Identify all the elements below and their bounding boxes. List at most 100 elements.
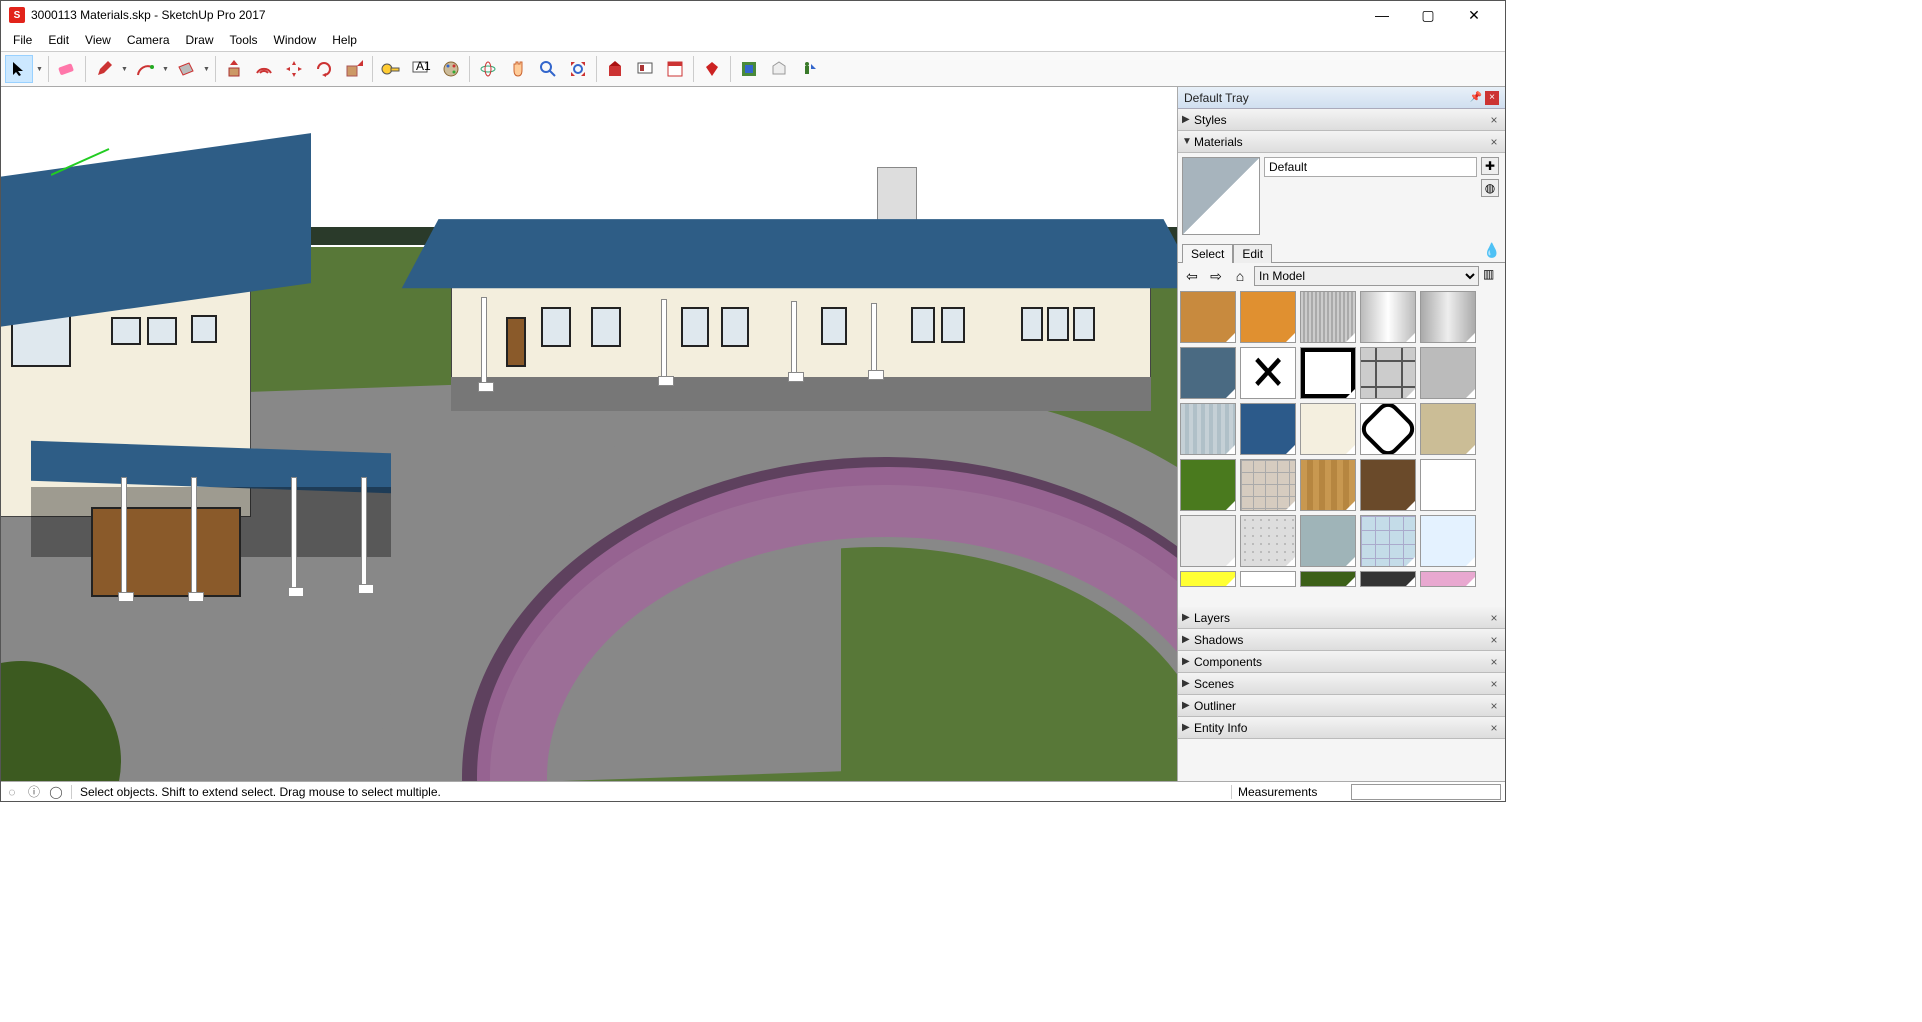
nav-home-icon[interactable]: ⌂ (1230, 266, 1250, 286)
material-preview[interactable] (1182, 157, 1260, 235)
material-swatch[interactable] (1180, 347, 1236, 399)
material-swatch[interactable] (1180, 291, 1236, 343)
tool-offset[interactable] (250, 55, 278, 83)
pin-icon[interactable]: 📌 (1469, 91, 1483, 105)
material-swatch[interactable] (1360, 291, 1416, 343)
tray-header[interactable]: Default Tray 📌 × (1178, 87, 1505, 109)
panel-layers[interactable]: ▶ Layers × (1178, 607, 1505, 629)
tool-text[interactable]: A1 (407, 55, 435, 83)
tool-select-dd[interactable]: ▼ (35, 55, 44, 83)
tool-pencil[interactable] (90, 55, 118, 83)
eyedropper-icon[interactable]: 💧 (1483, 242, 1501, 260)
material-swatch[interactable] (1180, 403, 1236, 455)
add-to-model-icon[interactable]: ◍ (1481, 179, 1499, 197)
panel-scenes[interactable]: ▶ Scenes × (1178, 673, 1505, 695)
tool-rotate[interactable] (310, 55, 338, 83)
material-swatch[interactable] (1360, 515, 1416, 567)
material-swatch[interactable] (1300, 515, 1356, 567)
tool-zoom[interactable] (534, 55, 562, 83)
material-name-input[interactable] (1264, 157, 1477, 177)
material-swatch[interactable] (1360, 347, 1416, 399)
menu-help[interactable]: Help (324, 31, 365, 49)
nav-forward-icon[interactable]: ⇨ (1206, 266, 1226, 286)
material-swatch[interactable] (1420, 459, 1476, 511)
collection-menu-icon[interactable]: ▥ (1483, 267, 1501, 285)
tool-eraser[interactable] (53, 55, 81, 83)
material-swatch[interactable] (1420, 571, 1476, 587)
tool-scale[interactable] (340, 55, 368, 83)
panel-close-icon[interactable]: × (1487, 677, 1501, 691)
tool-tape[interactable] (377, 55, 405, 83)
material-swatch[interactable] (1300, 403, 1356, 455)
tool-orbit[interactable] (474, 55, 502, 83)
panel-materials[interactable]: ▼ Materials × (1178, 131, 1505, 153)
user-icon[interactable]: ◯ (45, 785, 67, 799)
material-swatch[interactable] (1420, 403, 1476, 455)
panel-outliner[interactable]: ▶ Outliner × (1178, 695, 1505, 717)
material-swatch[interactable] (1240, 347, 1296, 399)
create-material-icon[interactable]: ✚ (1481, 157, 1499, 175)
material-swatch[interactable] (1420, 347, 1476, 399)
material-swatch[interactable] (1180, 571, 1236, 587)
tool-man[interactable] (795, 55, 823, 83)
material-swatch[interactable] (1420, 515, 1476, 567)
tool-move[interactable] (280, 55, 308, 83)
tool-geo[interactable] (735, 55, 763, 83)
material-swatch[interactable] (1360, 459, 1416, 511)
measurements-input[interactable] (1351, 784, 1501, 800)
tool-3dwarehouse[interactable] (601, 55, 629, 83)
maximize-button[interactable]: ▢ (1405, 1, 1451, 29)
close-button[interactable]: ✕ (1451, 1, 1497, 29)
minimize-button[interactable]: — (1359, 1, 1405, 29)
material-swatch[interactable] (1420, 291, 1476, 343)
material-swatch[interactable] (1300, 459, 1356, 511)
tool-3dwarehouse-share[interactable] (631, 55, 659, 83)
info-icon[interactable]: ⓘ (23, 783, 45, 800)
material-swatch[interactable] (1300, 571, 1356, 587)
help-icon[interactable]: ◌ (1, 785, 23, 799)
tray-close-icon[interactable]: × (1485, 91, 1499, 105)
panel-entity-info[interactable]: ▶ Entity Info × (1178, 717, 1505, 739)
panel-close-icon[interactable]: × (1487, 655, 1501, 669)
tool-arc[interactable] (131, 55, 159, 83)
material-swatch[interactable] (1300, 291, 1356, 343)
material-swatch[interactable] (1180, 459, 1236, 511)
tool-pencil-dd[interactable]: ▼ (120, 55, 129, 83)
tool-pushpull[interactable] (220, 55, 248, 83)
panel-close-icon[interactable]: × (1487, 113, 1501, 127)
tool-select[interactable] (5, 55, 33, 83)
tool-paint[interactable] (437, 55, 465, 83)
panel-components[interactable]: ▶ Components × (1178, 651, 1505, 673)
material-swatch[interactable] (1240, 291, 1296, 343)
viewport-3d[interactable] (1, 87, 1177, 781)
panel-close-icon[interactable]: × (1487, 135, 1501, 149)
tab-select[interactable]: Select (1182, 244, 1233, 263)
tool-pan[interactable] (504, 55, 532, 83)
material-swatch[interactable] (1300, 347, 1356, 399)
material-swatch[interactable] (1360, 403, 1416, 455)
material-swatch[interactable] (1240, 403, 1296, 455)
nav-back-icon[interactable]: ⇦ (1182, 266, 1202, 286)
panel-close-icon[interactable]: × (1487, 633, 1501, 647)
menu-draw[interactable]: Draw (178, 31, 222, 49)
tool-layout[interactable] (661, 55, 689, 83)
tool-ruby[interactable] (698, 55, 726, 83)
material-swatch[interactable] (1360, 571, 1416, 587)
tool-rectangle[interactable] (172, 55, 200, 83)
tool-arc-dd[interactable]: ▼ (161, 55, 170, 83)
panel-close-icon[interactable]: × (1487, 611, 1501, 625)
panel-shadows[interactable]: ▶ Shadows × (1178, 629, 1505, 651)
menu-view[interactable]: View (77, 31, 119, 49)
material-swatch[interactable] (1180, 515, 1236, 567)
tool-zoom-extents[interactable] (564, 55, 592, 83)
tool-shadows[interactable] (765, 55, 793, 83)
collection-select[interactable]: In Model (1254, 266, 1479, 286)
menu-window[interactable]: Window (266, 31, 325, 49)
menu-file[interactable]: File (5, 31, 40, 49)
panel-close-icon[interactable]: × (1487, 721, 1501, 735)
material-swatch[interactable] (1240, 459, 1296, 511)
tab-edit[interactable]: Edit (1233, 244, 1272, 263)
panel-styles[interactable]: ▶ Styles × (1178, 109, 1505, 131)
material-swatch[interactable] (1240, 571, 1296, 587)
panel-close-icon[interactable]: × (1487, 699, 1501, 713)
